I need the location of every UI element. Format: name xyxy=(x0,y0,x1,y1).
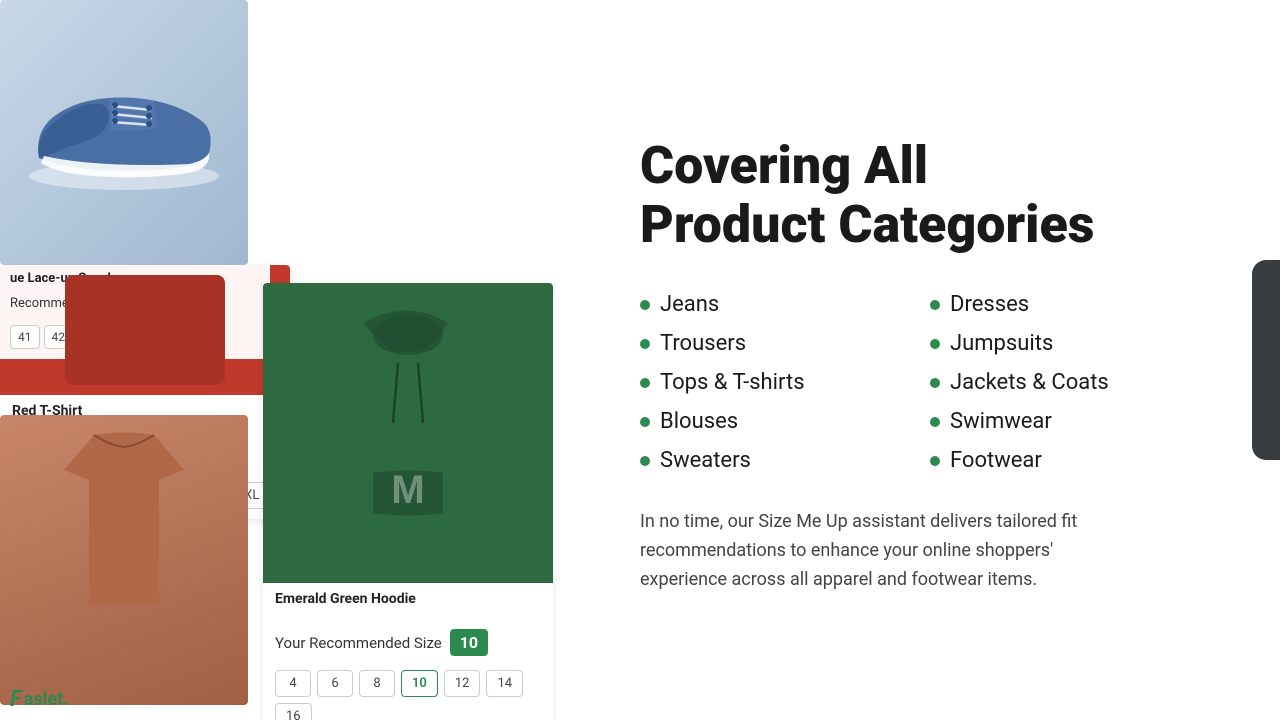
category-label: Trousers xyxy=(660,331,746,356)
category-swimwear: Swimwear xyxy=(930,404,1220,439)
category-jackets: Jackets & Coats xyxy=(930,365,1220,400)
hoodie-image: M xyxy=(263,283,553,583)
bullet-icon xyxy=(930,456,940,466)
category-tops: Tops & T-shirts xyxy=(640,365,930,400)
category-label: Dresses xyxy=(950,292,1029,317)
bullet-icon xyxy=(640,300,650,310)
bullet-icon xyxy=(930,417,940,427)
brown-tshirt-image xyxy=(0,415,248,705)
hoodie-size-16[interactable]: 16 xyxy=(275,703,312,720)
category-label: Swimwear xyxy=(950,409,1052,434)
hoodie-size-8[interactable]: 8 xyxy=(359,670,395,697)
hoodie-size-10[interactable]: 10 xyxy=(401,670,438,697)
hoodie-recommended-label: Your Recommended Size xyxy=(275,634,442,652)
svg-text:M: M xyxy=(391,468,424,512)
size-opt-41[interactable]: 41 xyxy=(10,325,40,349)
right-panel: Covering All Product Categories Jeans Tr… xyxy=(580,0,1280,720)
hoodie-size-badge: 10 xyxy=(450,629,488,656)
category-label: Tops & T-shirts xyxy=(660,370,805,395)
hoodie-recommended-bar: Your Recommended Size 10 xyxy=(263,621,553,664)
heading-line1: Covering All xyxy=(640,135,928,196)
faslet-logo: F aslet. xyxy=(10,687,68,712)
category-label: Jackets & Coats xyxy=(950,370,1109,395)
bullet-icon xyxy=(930,378,940,388)
sneaker-svg xyxy=(19,63,229,203)
hoodie-svg: M xyxy=(293,293,523,573)
hoodie-size-4[interactable]: 4 xyxy=(275,670,311,697)
logo-f: F xyxy=(10,687,22,712)
hoodie-size-6[interactable]: 6 xyxy=(317,670,353,697)
main-heading: Covering All Product Categories xyxy=(640,136,1220,256)
category-dresses: Dresses xyxy=(930,287,1220,322)
category-blouses: Blouses xyxy=(640,404,930,439)
scroll-handle[interactable] xyxy=(1252,260,1280,460)
heading-line2: Product Categories xyxy=(640,194,1094,255)
bullet-icon xyxy=(930,339,940,349)
hoodie-info: Emerald Green Hoodie xyxy=(263,583,553,621)
brown-tshirt-card xyxy=(0,415,248,705)
hoodie-card: M Emerald Green Hoodie Your Recommended … xyxy=(263,283,553,720)
category-label: Jumpsuits xyxy=(950,331,1053,356)
categories-grid: Jeans Trousers Tops & T-shirts Blouses S… xyxy=(640,287,1220,478)
hoodie-title: Emerald Green Hoodie xyxy=(275,591,541,607)
category-footwear: Footwear xyxy=(930,443,1220,478)
category-label: Blouses xyxy=(660,409,738,434)
hoodie-size-12[interactable]: 12 xyxy=(444,670,481,697)
bullet-icon xyxy=(640,339,650,349)
category-trousers: Trousers xyxy=(640,326,930,361)
logo-text: aslet. xyxy=(24,689,69,710)
category-label: Footwear xyxy=(950,448,1042,473)
sneaker-card xyxy=(0,0,248,265)
sneaker-image xyxy=(0,0,248,265)
description-text: In no time, our Size Me Up assistant del… xyxy=(640,508,1140,594)
category-sweaters: Sweaters xyxy=(640,443,930,478)
bullet-icon xyxy=(640,378,650,388)
categories-left: Jeans Trousers Tops & T-shirts Blouses S… xyxy=(640,287,930,478)
category-label: Sweaters xyxy=(660,448,751,473)
category-label: Jeans xyxy=(660,292,719,317)
left-panel: ue Lace-up Sneakers Recommended Size 39 … xyxy=(0,0,580,720)
bullet-icon xyxy=(640,456,650,466)
shirt-shape xyxy=(65,275,225,385)
category-jumpsuits: Jumpsuits xyxy=(930,326,1220,361)
hoodie-size-options: 4 6 8 10 12 14 16 xyxy=(263,664,553,720)
category-jeans: Jeans xyxy=(640,287,930,322)
hoodie-size-14[interactable]: 14 xyxy=(486,670,523,697)
bullet-icon xyxy=(640,417,650,427)
categories-right: Dresses Jumpsuits Jackets & Coats Swimwe… xyxy=(930,287,1220,478)
bullet-icon xyxy=(930,300,940,310)
brown-shirt-svg xyxy=(34,425,214,625)
